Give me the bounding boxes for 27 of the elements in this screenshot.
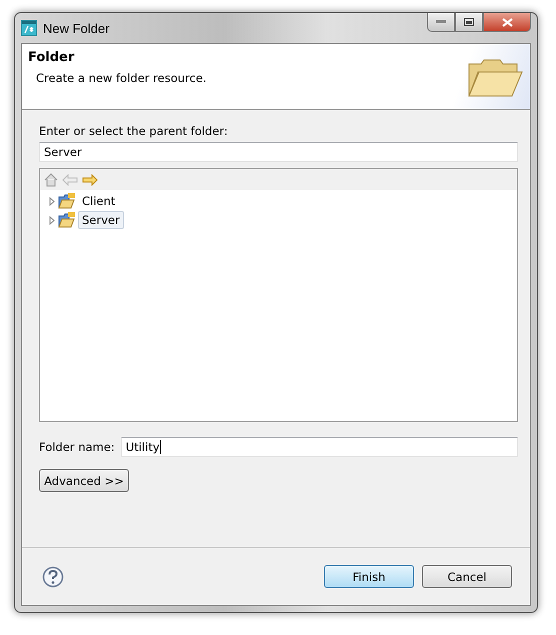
home-icon[interactable] [44, 172, 58, 186]
folder-icon [466, 58, 524, 98]
folder-name-label: Folder name: [39, 440, 115, 454]
project-folder-icon [58, 212, 76, 228]
minimize-icon [436, 20, 446, 24]
forward-arrow-icon[interactable] [82, 174, 98, 186]
folder-name-field[interactable]: Utility [120, 437, 518, 457]
maximize-button[interactable] [455, 13, 483, 32]
expand-arrow-icon[interactable] [48, 216, 56, 224]
app-icon [21, 20, 37, 36]
help-icon[interactable] [42, 566, 64, 588]
cancel-button[interactable]: Cancel [422, 565, 512, 588]
parent-folder-field[interactable]: Server [39, 142, 518, 162]
page-title: Folder [28, 50, 76, 65]
tree-item[interactable]: Server [78, 211, 124, 229]
project-folder-icon [58, 193, 76, 209]
expand-arrow-icon[interactable] [48, 196, 56, 206]
advanced-button[interactable]: Advanced >> [39, 469, 129, 492]
tree-item[interactable]: Client [78, 192, 120, 210]
parent-folder-label: Enter or select the parent folder: [39, 124, 229, 138]
maximize-icon [464, 18, 474, 26]
close-button[interactable] [483, 13, 531, 32]
minimize-button[interactable] [427, 13, 455, 32]
window-title: New Folder [43, 20, 110, 36]
close-icon [502, 18, 512, 26]
finish-button[interactable]: Finish [324, 565, 414, 588]
page-description: Create a new folder resource. [35, 71, 206, 85]
